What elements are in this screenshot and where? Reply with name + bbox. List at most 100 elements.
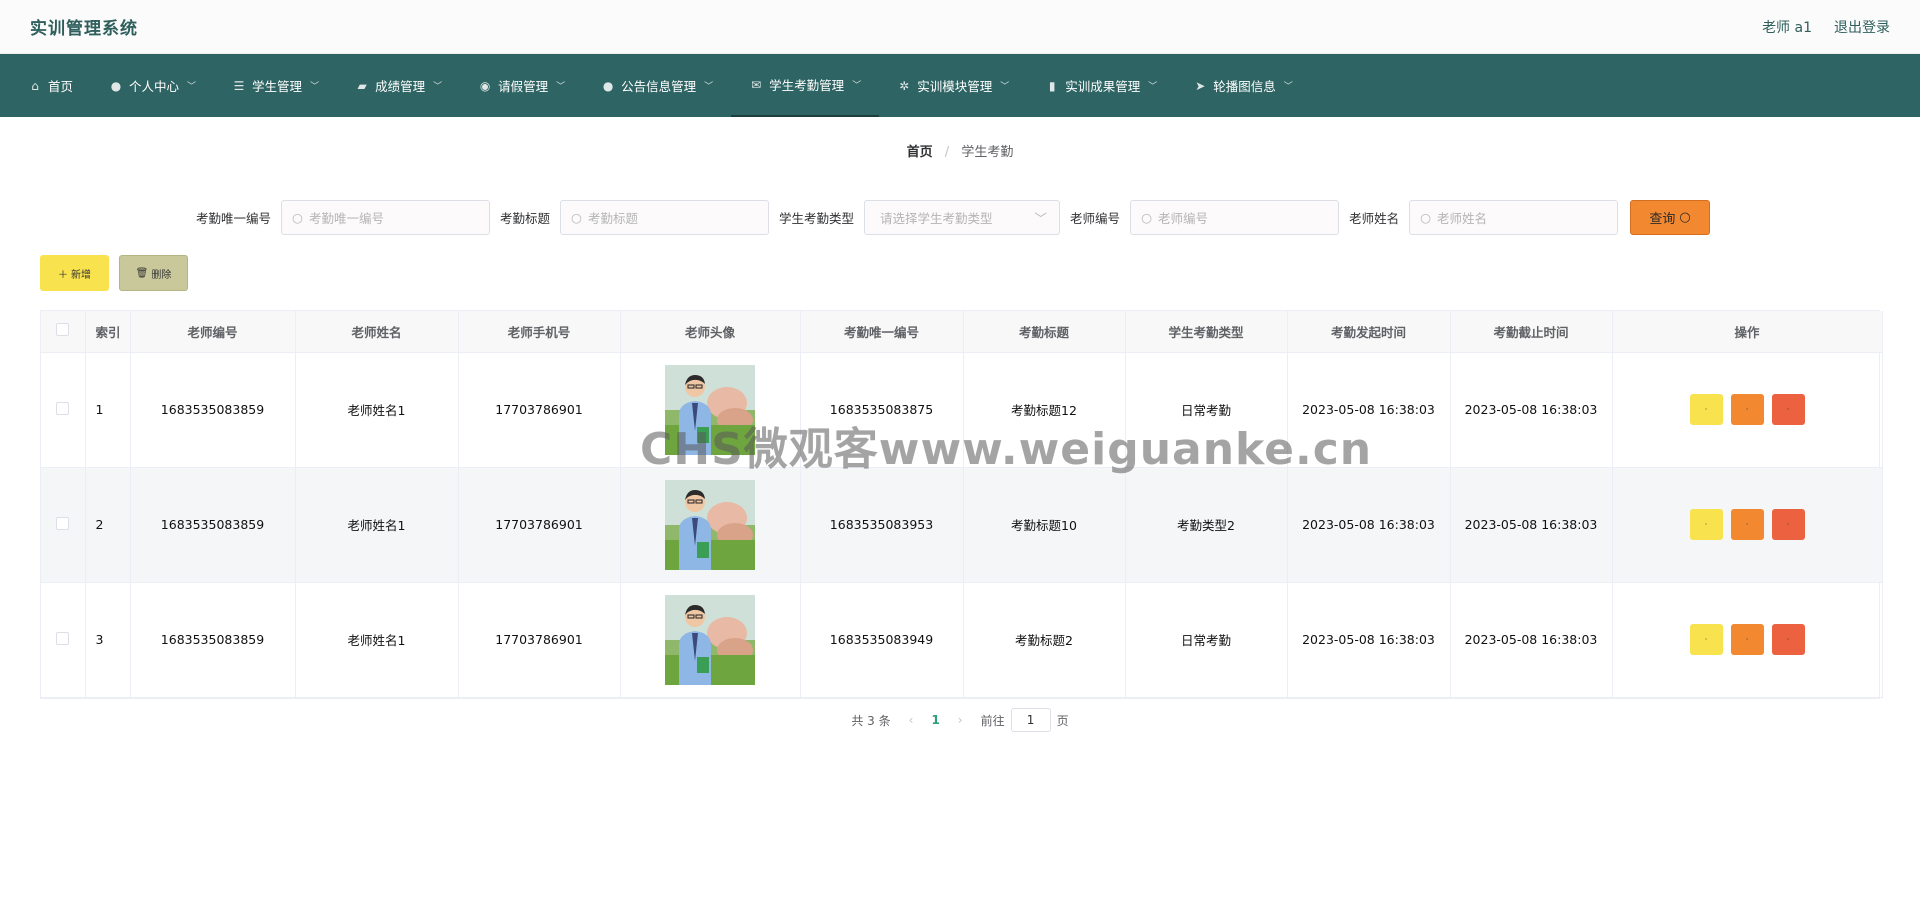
title-cell: 考勤标题2 <box>963 582 1126 698</box>
chevron-right-icon[interactable]: › <box>958 713 963 727</box>
view-button[interactable]: · <box>1689 509 1723 540</box>
type-cell: 考勤类型2 <box>1125 467 1288 583</box>
select-all-checkbox[interactable] <box>56 323 70 337</box>
nav-item-1[interactable]: ● 个人中心 ﹀ <box>91 54 214 117</box>
title-input[interactable]: ○ 考勤标题 <box>560 200 770 235</box>
phone-cell: 17703786901 <box>458 582 621 698</box>
column-header: 索引 <box>85 311 131 353</box>
operations-cell: · · · <box>1612 467 1883 583</box>
pagination: 共 3 条 ‹ 1 › 前往 1 页 <box>0 708 1920 732</box>
folder-icon: ▰ <box>357 78 367 93</box>
user-icon: ● <box>110 78 122 93</box>
search-icon: ○ <box>1679 210 1691 225</box>
teacher-no-cell: 1683535083859 <box>130 467 296 583</box>
search-icon: ○ <box>1141 210 1152 225</box>
table-header-row: 索引 老师编号 老师姓名 老师手机号 老师头像 考勤唯一编号 考勤标题 学生考勤类型 考勤发起时… <box>41 311 1883 353</box>
nav-item-8[interactable]: ▮ 实训成果管理 ﹀ <box>1027 54 1175 117</box>
app-title: 实训管理系统 <box>30 19 138 39</box>
table-row[interactable]: 2 1683535083859 老师姓名1 17703786901 168353508… <box>41 467 1883 583</box>
title-placeholder: 考勤标题 <box>587 211 638 226</box>
breadcrumb-home[interactable]: 首页 <box>907 145 933 160</box>
phone-cell: 17703786901 <box>458 467 621 583</box>
table-row[interactable]: 3 1683535083859 老师姓名1 17703786901 168353508… <box>41 582 1883 698</box>
end-cell: 2023-05-08 16:38:03 <box>1450 467 1613 583</box>
teacher-no-input[interactable]: ○ 老师编号 <box>1130 200 1340 235</box>
kaoqin-id-input[interactable]: ○ 考勤唯一编号 <box>281 200 491 235</box>
list-icon: ☰ <box>233 78 245 93</box>
row-checkbox[interactable] <box>56 516 70 530</box>
delete-button[interactable]: 🗑 删除 <box>119 255 188 291</box>
type-placeholder: 请选择学生考勤类型 <box>880 211 993 226</box>
home-icon: ⌂ <box>31 78 39 93</box>
row-checkbox[interactable] <box>56 401 70 415</box>
column-header: 老师编号 <box>130 311 296 353</box>
query-button[interactable]: 查询 ○ <box>1630 200 1711 235</box>
nav-item-4[interactable]: ◉ 请假管理 ﹀ <box>460 54 583 117</box>
edit-button[interactable]: · <box>1730 624 1764 655</box>
chevron-down-icon: ﹀ <box>1148 82 1158 92</box>
delete-row-button[interactable]: · <box>1771 624 1805 655</box>
nav-item-3[interactable]: ▰ 成绩管理 ﹀ <box>337 54 460 117</box>
goto-suffix: 页 <box>1056 713 1069 728</box>
operations-cell: · · · <box>1612 582 1883 698</box>
column-header: 考勤发起时间 <box>1287 311 1451 353</box>
chevron-down-icon: ﹀ <box>433 82 443 92</box>
page-number-current[interactable]: 1 <box>931 713 939 727</box>
view-button[interactable]: · <box>1689 624 1723 655</box>
title-label: 考勤标题 <box>500 211 551 226</box>
add-button[interactable]: ＋ 新增 <box>40 255 109 291</box>
breadcrumb: 首页 / 学生考勤 <box>0 141 1920 160</box>
column-header: 考勤唯一编号 <box>800 311 964 353</box>
kaoqin-id-label: 考勤唯一编号 <box>196 211 272 226</box>
row-actions: · · · <box>1613 509 1882 540</box>
delete-row-button[interactable]: · <box>1771 509 1805 540</box>
current-user[interactable]: 老师 a1 <box>1762 17 1812 37</box>
teacher-no-cell: 1683535083859 <box>130 582 296 698</box>
index-cell: 2 <box>85 467 131 583</box>
view-button[interactable]: · <box>1689 394 1723 425</box>
teacher-name-input[interactable]: ○ 老师姓名 <box>1409 200 1619 235</box>
type-select[interactable]: 请选择学生考勤类型 ﹀ <box>864 200 1061 235</box>
title-cell: 考勤标题10 <box>963 467 1126 583</box>
add-button-label: 新增 <box>71 269 91 281</box>
page-jumper: 前往 1 页 <box>981 708 1069 732</box>
nav-item-label: 公告信息管理 <box>621 79 697 94</box>
column-header: 考勤标题 <box>963 311 1126 353</box>
column-header: 老师头像 <box>620 311 801 353</box>
kaoqin-id-placeholder: 考勤唯一编号 <box>308 211 384 226</box>
nav-item-6[interactable]: ✉ 学生考勤管理 ﹀ <box>731 54 880 117</box>
select-cell <box>41 467 86 583</box>
chevron-down-icon: ﹀ <box>556 82 566 92</box>
edit-button[interactable]: · <box>1730 394 1764 425</box>
edit-button[interactable]: · <box>1730 509 1764 540</box>
trash-icon: 🗑 <box>135 267 149 279</box>
nav-item-5[interactable]: ● 公告信息管理 ﹀ <box>583 54 731 117</box>
breadcrumb-separator: / <box>944 145 950 160</box>
goto-page-input[interactable]: 1 <box>1010 708 1051 732</box>
chart-icon: ▮ <box>1048 78 1056 93</box>
teacher-name-cell: 老师姓名1 <box>295 352 459 468</box>
search-icon: ○ <box>1420 210 1431 225</box>
teacher-no-cell: 1683535083859 <box>130 352 296 468</box>
column-header: 操作 <box>1612 311 1883 353</box>
teacher-no-label: 老师编号 <box>1070 211 1121 226</box>
logout-link[interactable]: 退出登录 <box>1834 17 1890 37</box>
nav-item-2[interactable]: ☰ 学生管理 ﹀ <box>214 54 337 117</box>
type-label: 学生考勤类型 <box>779 211 855 226</box>
nav-item-label: 轮播图信息 <box>1213 79 1276 94</box>
chevron-down-icon: ﹀ <box>704 82 714 92</box>
delete-row-button[interactable]: · <box>1771 394 1805 425</box>
chevron-left-icon[interactable]: ‹ <box>909 713 914 727</box>
user-icon: ● <box>602 78 614 93</box>
plus-icon: ＋ <box>58 269 68 281</box>
row-checkbox[interactable] <box>56 631 70 645</box>
kaoqin-id-cell: 1683535083953 <box>800 467 964 583</box>
nav-item-7[interactable]: ✲ 实训模块管理 ﹀ <box>879 54 1027 117</box>
search-icon: ○ <box>292 210 303 225</box>
goto-prefix: 前往 <box>980 713 1005 728</box>
teacher-name-placeholder: 老师姓名 <box>1437 211 1488 226</box>
send-icon: ➤ <box>1195 78 1206 93</box>
nav-item-0[interactable]: ⌂ 首页 <box>10 54 91 117</box>
nav-item-9[interactable]: ➤ 轮播图信息 ﹀ <box>1175 54 1311 117</box>
watermark: CHS微观客www.weiguanke.cn <box>640 424 1373 475</box>
